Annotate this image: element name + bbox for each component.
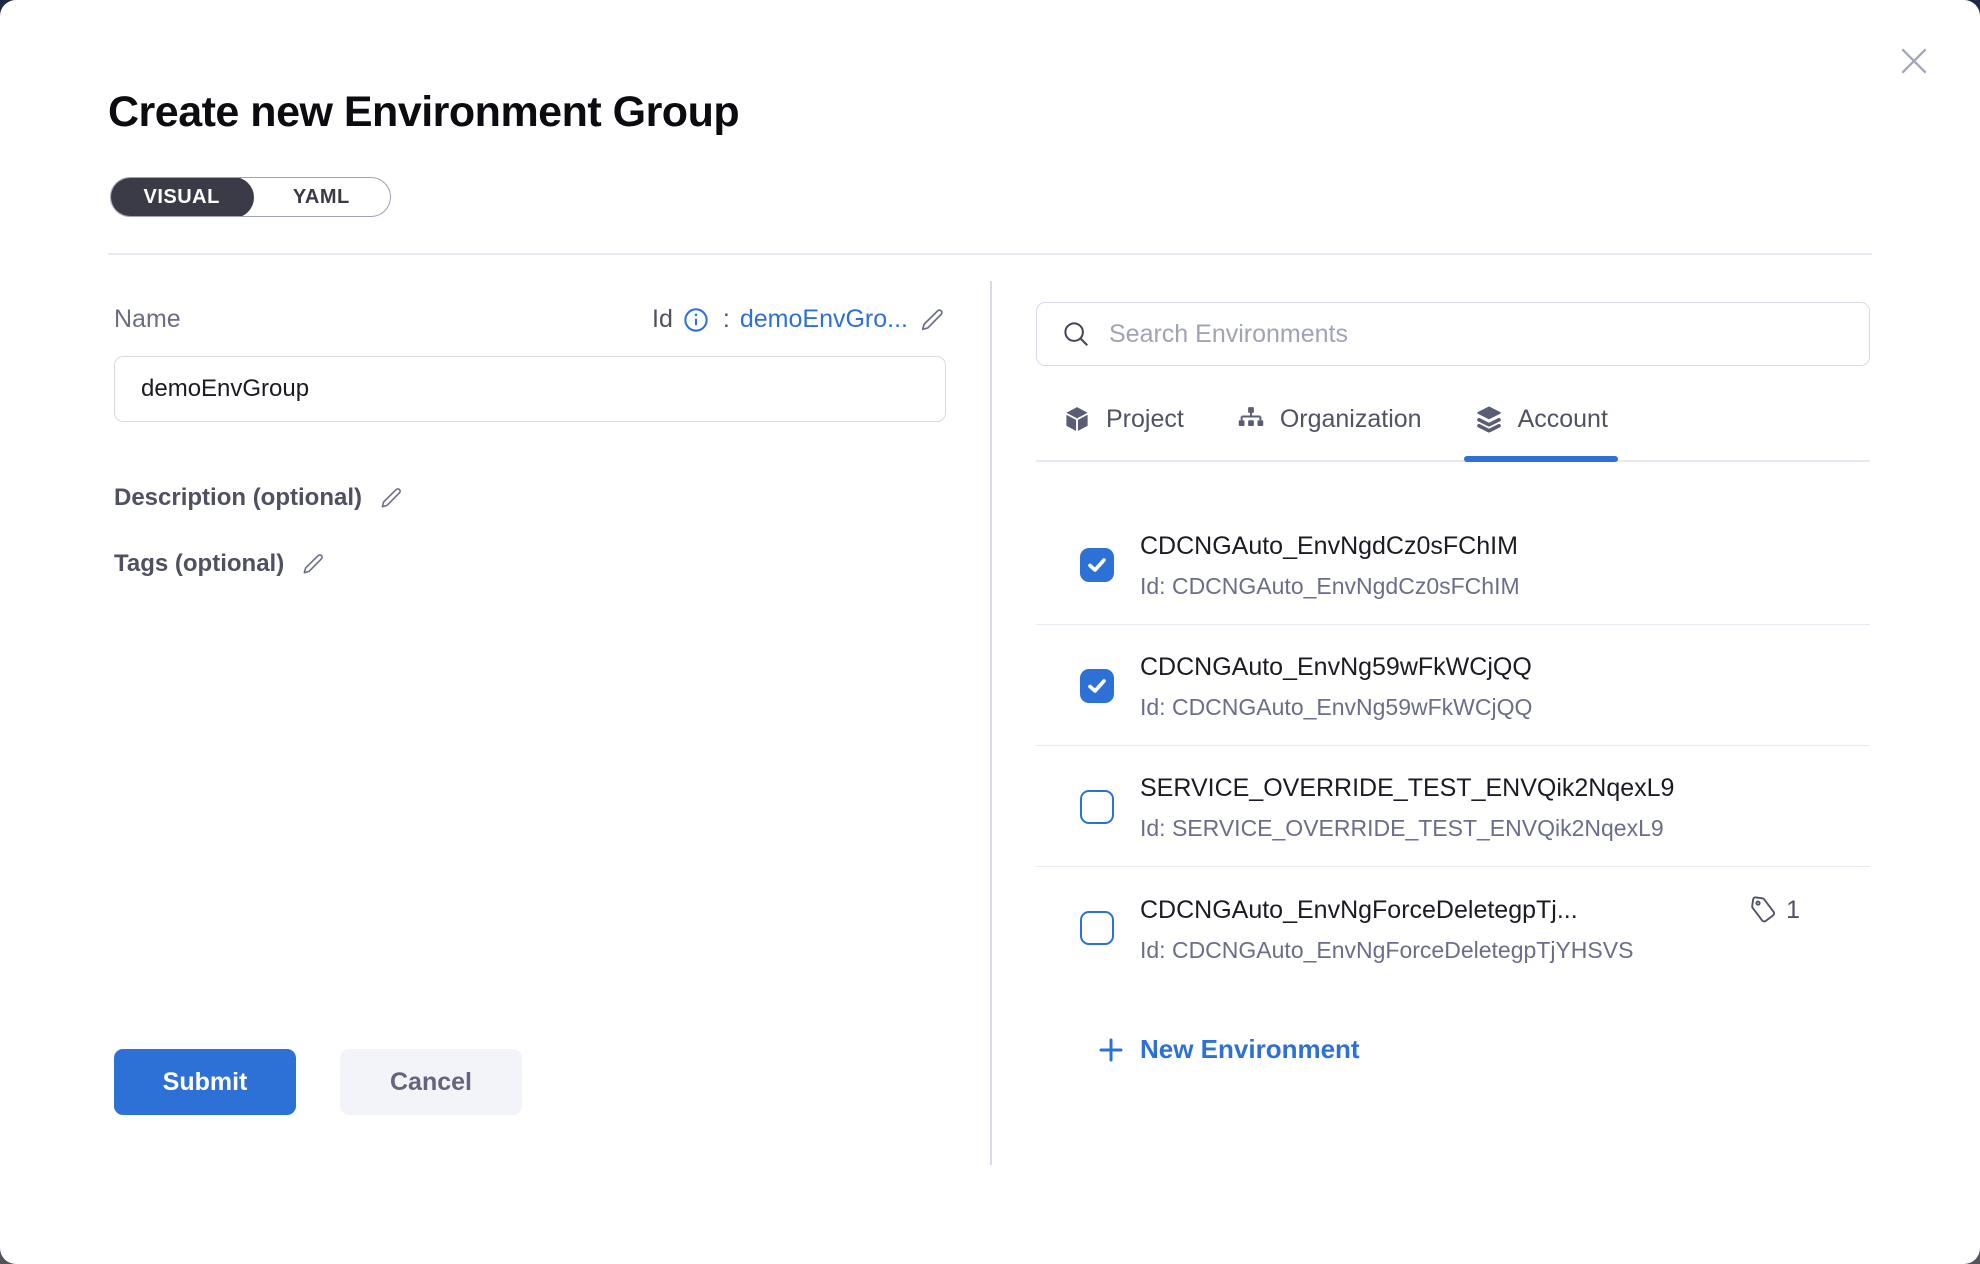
environment-text: CDCNGAuto_EnvNgForceDeletegpTj... 1 [1140,895,1870,964]
environment-name: SERVICE_OVERRIDE_TEST_ENVQik2NqexL9 [1140,774,1870,803]
id-value-link[interactable]: demoEnvGro... [740,305,908,334]
tab-organization-label: Organization [1280,405,1422,434]
environment-row[interactable]: CDCNGAuto_EnvNgdCz0sFChIM Id: CDCNGAuto_… [1036,504,1870,625]
id-group: Id : demoEnvGro... [652,305,946,334]
action-buttons: Submit Cancel [114,1049,946,1115]
search-environments-input[interactable] [1109,320,1845,349]
id-colon: : [723,305,730,334]
tag-count-badge: 1 [1748,895,1800,925]
edit-id-icon[interactable] [918,306,946,334]
environment-name: CDCNGAuto_EnvNgForceDeletegpTj... [1140,896,1578,925]
environment-name: CDCNGAuto_EnvNg59wFkWCjQQ [1140,653,1870,682]
description-label: Description (optional) [114,484,362,512]
search-icon [1061,319,1091,349]
environment-row[interactable]: CDCNGAuto_EnvNgForceDeletegpTj... 1 [1036,867,1870,982]
new-environment-label: New Environment [1140,1034,1360,1065]
environment-row[interactable]: SERVICE_OVERRIDE_TEST_ENVQik2NqexL9 Id: … [1036,746,1870,867]
environment-title-row: CDCNGAuto_EnvNgForceDeletegpTj... 1 [1140,895,1870,925]
edit-description-icon[interactable] [378,485,404,511]
environment-checkbox-checked[interactable] [1080,548,1114,582]
edit-tags-icon[interactable] [300,551,326,577]
tab-account[interactable]: Account [1474,404,1608,460]
toggle-visual[interactable]: VISUAL [110,177,254,217]
environment-id: Id: CDCNGAuto_EnvNgForceDeletegpTjYHSVS [1140,937,1870,964]
page-title: Create new Environment Group [108,88,1980,137]
cube-icon [1062,404,1092,434]
active-tab-underline [1464,456,1618,462]
environment-text: SERVICE_OVERRIDE_TEST_ENVQik2NqexL9 Id: … [1140,774,1870,842]
cancel-button[interactable]: Cancel [340,1049,522,1115]
environment-name: CDCNGAuto_EnvNgdCz0sFChIM [1140,532,1870,561]
tab-organization[interactable]: Organization [1236,404,1422,460]
description-row: Description (optional) [114,484,946,512]
name-id-row: Name Id : demoEnvGro... [114,305,946,334]
visual-yaml-toggle: VISUAL YAML [110,177,391,217]
environment-checkbox-unchecked[interactable] [1080,790,1114,824]
environment-list: CDCNGAuto_EnvNgdCz0sFChIM Id: CDCNGAuto_… [1036,462,1870,982]
vertical-divider [990,281,992,1165]
new-environment-button[interactable]: New Environment [1096,1034,1870,1065]
environment-id: Id: SERVICE_OVERRIDE_TEST_ENVQik2NqexL9 [1140,815,1870,842]
environments-panel: Project [1036,255,1870,1221]
scope-tabs: Project [1036,404,1870,462]
tab-account-label: Account [1518,405,1608,434]
environment-checkbox-checked[interactable] [1080,669,1114,703]
environment-text: CDCNGAuto_EnvNgdCz0sFChIM Id: CDCNGAuto_… [1140,532,1870,600]
tab-project-label: Project [1106,405,1184,434]
id-label: Id [652,305,673,334]
name-input[interactable] [114,356,946,422]
environment-id: Id: CDCNGAuto_EnvNg59wFkWCjQQ [1140,694,1870,721]
form-column: Name Id : demoEnvGro... [114,255,946,1221]
tag-count: 1 [1786,896,1800,925]
close-icon[interactable] [1892,40,1936,84]
modal-body: Name Id : demoEnvGro... [114,255,1870,1221]
info-icon[interactable] [683,307,709,333]
search-box [1036,302,1870,366]
environment-text: CDCNGAuto_EnvNg59wFkWCjQQ Id: CDCNGAuto_… [1140,653,1870,721]
submit-button[interactable]: Submit [114,1049,296,1115]
toggle-yaml[interactable]: YAML [252,178,390,216]
plus-icon [1096,1035,1126,1065]
tags-row: Tags (optional) [114,550,946,578]
environment-checkbox-unchecked[interactable] [1080,911,1114,945]
name-label: Name [114,305,181,334]
environment-id: Id: CDCNGAuto_EnvNgdCz0sFChIM [1140,573,1870,600]
tags-label: Tags (optional) [114,550,284,578]
environment-row[interactable]: CDCNGAuto_EnvNg59wFkWCjQQ Id: CDCNGAuto_… [1036,625,1870,746]
tab-project[interactable]: Project [1062,404,1184,460]
tag-icon [1748,895,1778,925]
sitemap-icon [1236,404,1266,434]
create-environment-group-modal: Create new Environment Group VISUAL YAML… [0,0,1980,1264]
layers-icon [1474,404,1504,434]
